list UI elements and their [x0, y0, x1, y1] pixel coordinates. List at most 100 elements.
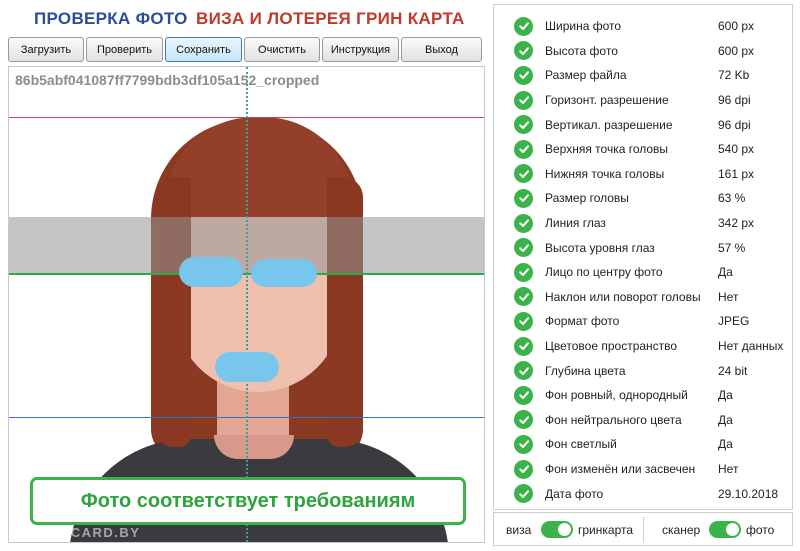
switch-knob	[558, 523, 571, 536]
checkmark-icon	[514, 287, 533, 307]
check-label: Лицо по центру фото	[545, 265, 663, 280]
left-eye-mask	[179, 257, 243, 287]
photo-checker-window: ПРОВЕРКА ФОТО ВИЗА И ЛОТЕРЕЯ ГРИН КАРТА …	[0, 0, 800, 551]
checkmark-icon	[514, 90, 533, 110]
check-label: Формат фото	[545, 314, 620, 329]
check-row: Фон нейтрального цвета Да	[494, 408, 792, 433]
check-row: Дата фото 29.10.2018	[494, 481, 792, 506]
check-row: Высота фото 600 px	[494, 39, 792, 64]
scanner-photo-switch[interactable]	[709, 521, 741, 538]
photo-label: фото	[746, 523, 775, 537]
check-value: Да	[718, 437, 733, 452]
check-row: Фон светлый Да	[494, 432, 792, 457]
checkmark-icon	[514, 238, 533, 258]
checkmark-icon	[514, 213, 533, 233]
check-value: 24 bit	[718, 363, 748, 378]
check-row: Лицо по центру фото Да	[494, 260, 792, 285]
portrait-collar	[214, 435, 294, 459]
check-label: Фон нейтрального цвета	[545, 412, 682, 427]
check-label: Ширина фото	[545, 19, 622, 34]
mode-toggle-bar: виза гринкарта сканер фото	[493, 512, 793, 546]
check-value: 342 px	[718, 216, 755, 231]
check-value: 600 px	[718, 19, 755, 34]
check-row: Вертикал. разрешение 96 dpi	[494, 112, 792, 137]
exit-button[interactable]: Выход	[401, 37, 482, 62]
checkmark-icon	[514, 164, 533, 184]
greencard-label: гринкарта	[578, 523, 634, 537]
check-label: Линия глаз	[545, 216, 606, 231]
check-value: 540 px	[718, 142, 755, 157]
check-value: 96 dpi	[718, 117, 751, 132]
check-label: Цветовое пространство	[545, 339, 678, 354]
checkmark-icon	[514, 139, 533, 159]
check-button[interactable]: Проверить	[86, 37, 163, 62]
check-row: Цветовое пространство Нет данных	[494, 334, 792, 359]
check-value: 161 px	[718, 166, 755, 181]
check-row: Глубина цвета 24 bit	[494, 358, 792, 383]
check-label: Вертикал. разрешение	[545, 117, 673, 132]
check-row: Размер файла 72 Kb	[494, 63, 792, 88]
check-row: Горизонт. разрешение 96 dpi	[494, 88, 792, 113]
checkmark-icon	[514, 410, 533, 430]
mouth-mask	[215, 352, 279, 382]
check-value: 600 px	[718, 43, 755, 58]
app-subtitle: ВИЗА И ЛОТЕРЕЯ ГРИН КАРТА	[196, 9, 465, 28]
check-row: Фон изменён или засвечен Нет	[494, 457, 792, 482]
watermark: GREENCARD.BY	[17, 525, 141, 540]
check-row: Фон ровный, однородный Да	[494, 383, 792, 408]
checkmark-icon	[514, 41, 533, 61]
check-label: Наклон или поворот головы	[545, 289, 701, 304]
check-row: Линия глаз 342 px	[494, 211, 792, 236]
checkmark-icon	[514, 188, 533, 208]
check-label: Горизонт. разрешение	[545, 93, 669, 108]
check-value: Нет	[718, 289, 739, 304]
check-label: Размер головы	[545, 191, 629, 206]
save-button[interactable]: Сохранить	[165, 37, 242, 62]
check-label: Дата фото	[545, 486, 604, 501]
check-value: 63 %	[718, 191, 746, 206]
check-row: Нижняя точка головы 161 px	[494, 162, 792, 187]
check-value: 29.10.2018	[718, 486, 779, 501]
check-value: 72 Kb	[718, 68, 750, 83]
check-value: Да	[718, 388, 733, 403]
checkmark-icon	[514, 311, 533, 331]
check-row: Высота уровня глаз 57 %	[494, 235, 792, 260]
check-value: Нет	[718, 462, 739, 477]
check-value: Нет данных	[718, 339, 784, 354]
check-label: Высота фото	[545, 43, 618, 58]
verdict-banner: Фото соответствует требованиям	[30, 477, 466, 525]
check-row: Верхняя точка головы 540 px	[494, 137, 792, 162]
check-label: Фон светлый	[545, 437, 617, 452]
check-label: Верхняя точка головы	[545, 142, 669, 157]
toggle-divider	[643, 517, 644, 543]
check-row: Ширина фото 600 px	[494, 14, 792, 39]
check-label: Фон изменён или засвечен	[545, 462, 696, 477]
checkmark-icon	[514, 434, 533, 454]
right-eye-mask	[251, 259, 317, 287]
photo-preview: 86b5abf041087ff7799bdb3df105a152_cropped…	[8, 66, 485, 543]
clear-button[interactable]: Очистить	[244, 37, 320, 62]
check-label: Глубина цвета	[545, 363, 626, 378]
check-label: Размер файла	[545, 68, 627, 83]
app-title: ПРОВЕРКА ФОТО	[34, 9, 188, 28]
scanner-label: сканер	[662, 523, 701, 537]
check-results-panel: Ширина фото 600 px Высота фото 600 px Размер…	[493, 4, 793, 510]
visa-label: виза	[506, 523, 532, 537]
check-label: Нижняя точка головы	[545, 166, 665, 181]
checkmark-icon	[514, 262, 533, 282]
check-value: Да	[718, 265, 733, 280]
check-label: Фон ровный, однородный	[545, 388, 688, 403]
checkmark-icon	[514, 459, 533, 479]
visa-greencard-switch[interactable]	[541, 521, 573, 538]
photo-filename: 86b5abf041087ff7799bdb3df105a152_cropped	[15, 72, 320, 88]
check-row: Формат фото JPEG	[494, 309, 792, 334]
checkmark-icon	[514, 65, 533, 85]
switch-knob	[726, 523, 739, 536]
instruction-button[interactable]: Инструкция	[322, 37, 399, 62]
check-label: Высота уровня глаз	[545, 240, 655, 255]
check-value: Да	[718, 412, 733, 427]
checkmark-icon	[514, 361, 533, 381]
checkmark-icon	[514, 385, 533, 405]
load-button[interactable]: Загрузить	[8, 37, 84, 62]
check-value: 57 %	[718, 240, 746, 255]
